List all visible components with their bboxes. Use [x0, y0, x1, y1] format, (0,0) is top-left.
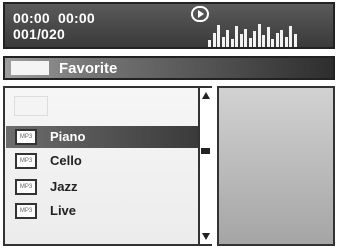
- list-scrollbar[interactable]: [198, 88, 212, 244]
- equalizer-bar: [248, 38, 252, 47]
- equalizer-bar: [226, 30, 229, 47]
- scroll-up-arrow-icon[interactable]: [202, 92, 210, 99]
- equalizer-bar: [275, 33, 279, 47]
- status-bar: 00:00 00:00 001/020: [3, 2, 335, 49]
- audio-file-icon: MP3: [15, 203, 37, 219]
- equalizer-bar: [266, 27, 270, 47]
- folder-icon: [11, 61, 49, 75]
- audio-file-icon: MP3: [15, 153, 37, 169]
- equalizer-bar: [284, 37, 288, 47]
- equalizer-bar: [244, 29, 247, 47]
- parent-folder-icon[interactable]: [14, 96, 48, 116]
- scroll-down-arrow-icon[interactable]: [202, 233, 210, 240]
- equalizer-bar: [235, 26, 238, 47]
- equalizer-bar: [262, 35, 265, 47]
- play-circle-icon: [191, 6, 209, 22]
- equalizer-bar: [230, 39, 234, 47]
- folder-header: Favorite: [3, 56, 335, 80]
- equalizer-bar: [253, 31, 256, 47]
- scroll-thumb[interactable]: [201, 148, 210, 154]
- equalizer-bar: [293, 34, 297, 47]
- list-item[interactable]: MP3 Jazz: [6, 176, 199, 198]
- preview-panel: [217, 86, 335, 246]
- audio-file-icon: MP3: [15, 179, 37, 195]
- audio-file-icon: MP3: [15, 129, 37, 145]
- folder-title: Favorite: [59, 60, 118, 77]
- equalizer-bar: [280, 30, 283, 47]
- equalizer-bar: [289, 26, 292, 47]
- list-item[interactable]: MP3 Live: [6, 200, 199, 222]
- equalizer-bar: [257, 24, 261, 47]
- time-total: 00:00: [58, 10, 95, 26]
- list-item-label: Jazz: [50, 179, 78, 194]
- equalizer-visualizer: [208, 19, 300, 47]
- equalizer-bar: [271, 39, 274, 47]
- equalizer-bar: [208, 40, 211, 47]
- equalizer-bar: [212, 33, 216, 47]
- track-counter: 001/020: [13, 26, 66, 42]
- equalizer-bar: [221, 37, 225, 47]
- time-display: 00:00 00:00: [13, 11, 95, 25]
- list-item[interactable]: MP3 Piano: [6, 126, 199, 148]
- list-item-label: Cello: [50, 153, 82, 168]
- list-item-label: Live: [50, 203, 77, 218]
- time-elapsed: 00:00: [13, 10, 50, 26]
- list-item-label: Piano: [50, 129, 86, 144]
- equalizer-bar: [217, 25, 220, 47]
- list-item[interactable]: MP3 Cello: [6, 150, 199, 172]
- equalizer-bar: [239, 34, 243, 47]
- file-list: MP3 Piano MP3 Cello MP3 Jazz MP3 Live: [3, 86, 212, 246]
